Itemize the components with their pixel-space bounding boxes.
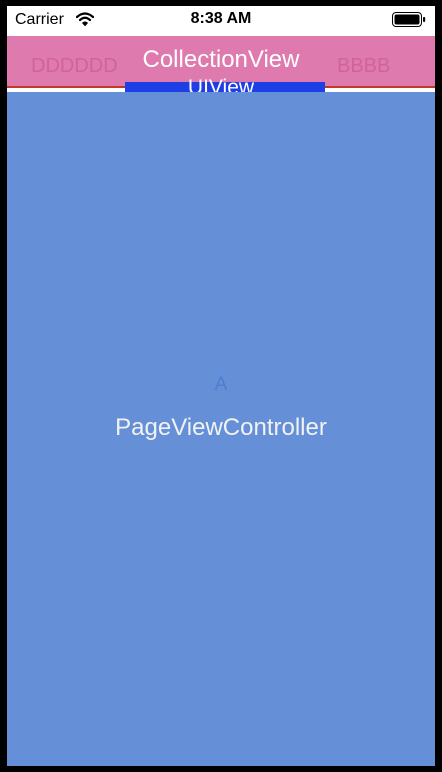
page-letter: A bbox=[214, 374, 228, 395]
page-view-controller[interactable]: A PageViewController bbox=[7, 92, 435, 766]
battery-icon bbox=[392, 12, 426, 27]
status-bar: Carrier 8:38 AM bbox=[7, 6, 435, 36]
collection-view-label: CollectionView bbox=[142, 46, 300, 73]
page-view-label: PageViewController bbox=[115, 414, 327, 441]
clock-time: 8:38 AM bbox=[190, 10, 252, 27]
device-screen: Carrier 8:38 AM DDDDDD BBBB CollectionVi… bbox=[7, 6, 435, 766]
